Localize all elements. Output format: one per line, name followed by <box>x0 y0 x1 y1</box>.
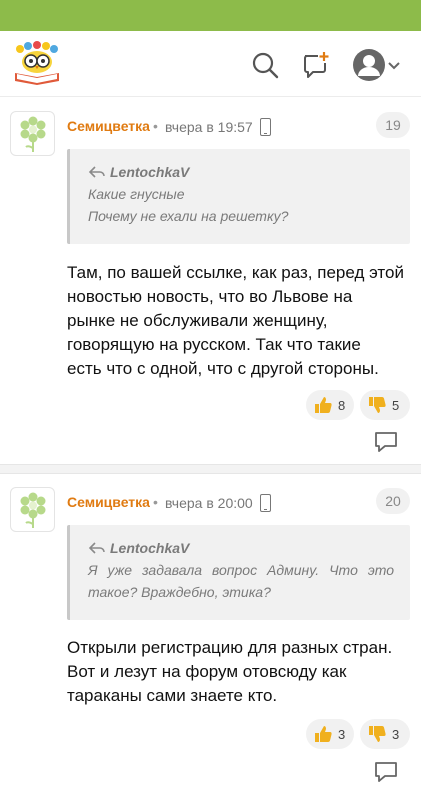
comment-card: Семицветка • вчера в 20:00 20 LentochkaV… <box>0 474 421 800</box>
comment-time: вчера в 20:00 <box>165 495 253 511</box>
user-avatar-icon <box>353 49 385 81</box>
thumbs-down-icon <box>369 726 386 742</box>
reply-comment-icon[interactable] <box>373 430 399 454</box>
quote-author[interactable]: LentochkaV <box>110 540 189 556</box>
quote-author[interactable]: LentochkaV <box>110 164 189 180</box>
author-avatar[interactable] <box>10 111 55 156</box>
thumbs-up-icon <box>315 397 332 413</box>
comment-divider <box>0 464 421 474</box>
thumbs-up-icon <box>315 726 332 742</box>
comment-text-line: Там, по вашей ссылке, как раз, перед это… <box>67 263 404 282</box>
comment-text: Там, по вашей ссылке, как раз, перед это… <box>67 261 407 381</box>
comment-text-line: тараканы сами знаете кто. <box>67 686 278 705</box>
quote-line: Я уже задавала вопрос Админу. Что это <box>88 562 394 578</box>
like-button[interactable]: 3 <box>306 719 354 749</box>
comment-time: вчера в 19:57 <box>165 119 253 135</box>
user-menu-button[interactable] <box>348 47 406 83</box>
app-header <box>0 31 421 97</box>
comment-number[interactable]: 20 <box>376 488 410 514</box>
top-color-strip <box>0 0 421 31</box>
comment-text-line: говорящую на русском. Так что такие <box>67 335 361 354</box>
quote-author-row: LentochkaV <box>88 161 394 183</box>
author-avatar[interactable] <box>10 487 55 532</box>
meta-separator: • <box>153 118 158 134</box>
comment-text-line: есть что с одной, что с другой стороны. <box>67 359 379 378</box>
chevron-down-icon <box>388 62 400 70</box>
comment-text-line: Открыли регистрацию для разных стран. <box>67 638 393 657</box>
chamomile-avatar-icon <box>20 116 45 152</box>
reply-arrow-icon <box>88 166 105 178</box>
comment-text-line: новостью новость, что во Львове на <box>67 287 353 306</box>
meta-separator: • <box>153 494 158 510</box>
mobile-phone-icon <box>260 494 271 512</box>
dislike-count: 5 <box>392 397 400 413</box>
dislike-count: 3 <box>392 726 400 742</box>
mobile-phone-icon <box>260 118 271 136</box>
like-count: 8 <box>338 397 346 413</box>
comment-number[interactable]: 19 <box>376 112 410 138</box>
quote-line: Какие гнусные <box>88 186 185 202</box>
comment-author[interactable]: Семицветка <box>67 494 150 510</box>
flower-owl-logo-icon[interactable] <box>11 41 63 85</box>
reply-arrow-icon <box>88 542 105 554</box>
comment-card: Семицветка • вчера в 19:57 19 LentochkaV… <box>0 98 421 470</box>
like-button[interactable]: 8 <box>306 390 354 420</box>
quote-block: LentochkaV Я уже задавала вопрос Админу.… <box>67 525 410 620</box>
comment-text-line: рынке не обслуживали женщину, <box>67 311 328 330</box>
like-count: 3 <box>338 726 346 742</box>
dislike-button[interactable]: 3 <box>360 719 410 749</box>
comment-text: Открыли регистрацию для разных стран. Во… <box>67 636 407 708</box>
quote-line: такое? Враждебно, этика? <box>88 584 271 600</box>
search-icon[interactable] <box>247 47 283 83</box>
quote-line: Почему не ехали на решетку? <box>88 208 289 224</box>
comment-author[interactable]: Семицветка <box>67 118 150 134</box>
quote-block: LentochkaV Какие гнусные Почему не ехали… <box>67 149 410 244</box>
chamomile-avatar-icon <box>20 492 45 528</box>
comment-text-line: Вот и лезут на форум отовсюду как <box>67 662 347 681</box>
thumbs-down-icon <box>369 397 386 413</box>
quote-author-row: LentochkaV <box>88 537 394 559</box>
reply-comment-icon[interactable] <box>373 760 399 784</box>
dislike-button[interactable]: 5 <box>360 390 410 420</box>
add-comment-icon[interactable] <box>298 47 334 83</box>
